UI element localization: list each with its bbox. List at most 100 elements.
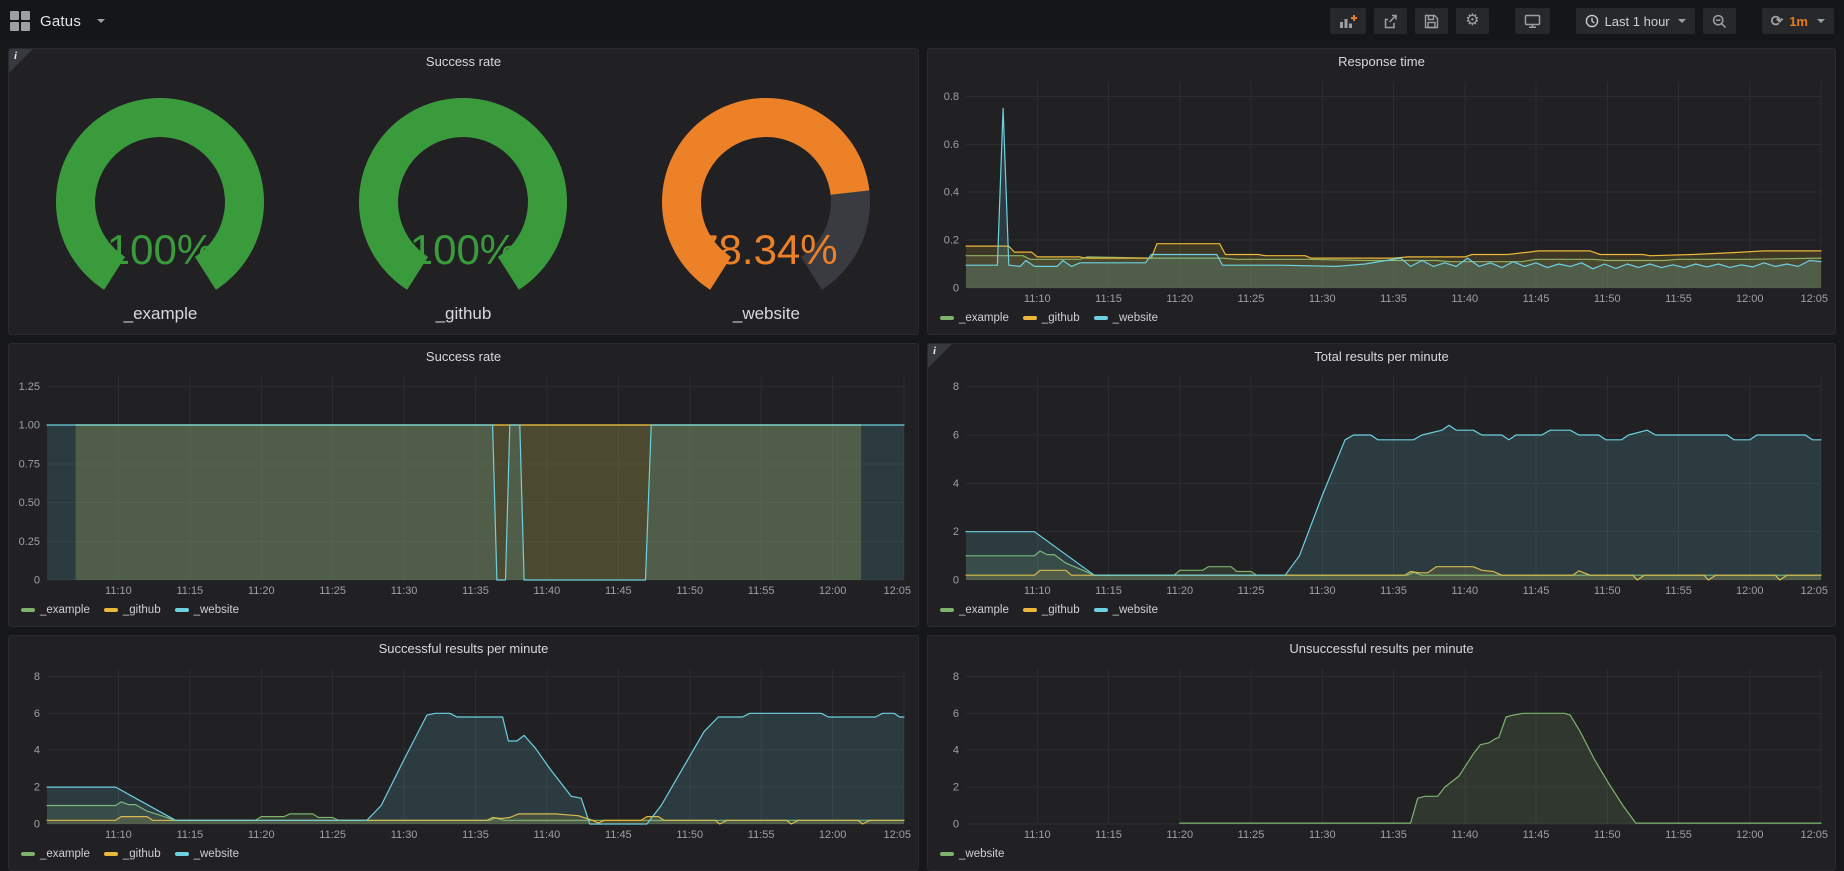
chevron-down-icon — [97, 19, 105, 23]
legend-swatch — [104, 852, 118, 856]
svg-text:11:35: 11:35 — [1380, 829, 1407, 841]
legend-label: _website — [1113, 604, 1158, 616]
svg-text:11:40: 11:40 — [534, 585, 561, 597]
svg-text:11:20: 11:20 — [1166, 293, 1193, 305]
svg-text:11:50: 11:50 — [1594, 829, 1621, 841]
svg-text:11:55: 11:55 — [748, 829, 775, 841]
svg-text:11:35: 11:35 — [462, 585, 489, 597]
panel-title[interactable]: Unsuccessful results per minute — [928, 636, 1835, 661]
legend-swatch — [21, 852, 35, 856]
panel-title[interactable]: Total results per minute — [928, 344, 1835, 369]
svg-text:11:50: 11:50 — [1594, 293, 1621, 305]
legend-label: _example — [959, 312, 1009, 324]
settings-button[interactable]: ⚙ — [1456, 8, 1488, 34]
svg-text:11:25: 11:25 — [319, 585, 346, 597]
legend-item-example[interactable]: _example — [940, 604, 1009, 616]
save-icon — [1424, 14, 1439, 29]
dashboard-title[interactable]: Gatus — [40, 13, 81, 30]
svg-text:11:25: 11:25 — [1238, 829, 1265, 841]
legend-item-website[interactable]: _website — [1094, 604, 1158, 616]
svg-text:11:40: 11:40 — [1451, 293, 1478, 305]
chart-legend: _example _github _website — [9, 842, 918, 870]
svg-text:8: 8 — [953, 381, 959, 393]
legend-item-website[interactable]: _website — [175, 604, 239, 616]
svg-text:12:00: 12:00 — [819, 829, 847, 841]
svg-text:8: 8 — [953, 671, 959, 683]
chart-legend: _website — [928, 842, 1835, 870]
legend-item-example[interactable]: _example — [21, 848, 90, 860]
svg-text:11:50: 11:50 — [1594, 585, 1621, 597]
svg-text:11:30: 11:30 — [1309, 829, 1336, 841]
time-range-label: Last 1 hour — [1605, 14, 1670, 29]
panel-success-rate-timeseries: Success rate 11:1011:1511:2011:2511:3011… — [8, 343, 919, 627]
svg-text:11:50: 11:50 — [676, 829, 703, 841]
svg-text:12:00: 12:00 — [1736, 829, 1764, 841]
panel-title[interactable]: Response time — [928, 49, 1835, 74]
panel-title[interactable]: Success rate — [9, 49, 918, 74]
svg-text:6: 6 — [953, 708, 959, 720]
cycle-view-button[interactable] — [1515, 8, 1550, 34]
svg-text:12:05: 12:05 — [1800, 293, 1828, 305]
legend-label: _website — [194, 848, 239, 860]
chart-legend: _example _github _website — [9, 598, 918, 626]
add-panel-button[interactable] — [1330, 8, 1366, 34]
panel-title[interactable]: Successful results per minute — [9, 636, 918, 661]
gauge-arc — [630, 76, 902, 304]
svg-text:11:20: 11:20 — [1166, 585, 1193, 597]
panel-successful-results: Successful results per minute 11:1011:15… — [8, 635, 919, 871]
total-results-chart[interactable]: 11:1011:1511:2011:2511:3011:3511:4011:45… — [934, 369, 1829, 598]
svg-text:6: 6 — [953, 430, 959, 442]
save-button[interactable] — [1415, 8, 1448, 34]
gauge-arc — [327, 76, 599, 304]
svg-text:1.25: 1.25 — [19, 381, 40, 393]
svg-text:11:30: 11:30 — [391, 829, 418, 841]
svg-text:4: 4 — [953, 478, 959, 490]
chevron-down-icon — [1817, 19, 1825, 23]
gauge-website: 78.34% _website — [615, 74, 918, 334]
successful-results-chart[interactable]: 11:1011:1511:2011:2511:3011:3511:4011:45… — [15, 661, 912, 842]
svg-text:11:10: 11:10 — [105, 829, 132, 841]
gauge-row: 100% _example 100% _github 78.34% _websi… — [9, 74, 918, 334]
svg-text:11:45: 11:45 — [605, 829, 632, 841]
unsuccessful-results-chart[interactable]: 11:1011:1511:2011:2511:3011:3511:4011:45… — [934, 661, 1829, 842]
svg-text:12:00: 12:00 — [819, 585, 847, 597]
svg-text:11:30: 11:30 — [1309, 585, 1336, 597]
svg-text:11:10: 11:10 — [105, 585, 132, 597]
panel-total-results: i Total results per minute 11:1011:1511:… — [927, 343, 1836, 627]
time-range-button[interactable]: Last 1 hour — [1576, 8, 1695, 34]
svg-text:11:40: 11:40 — [1451, 829, 1478, 841]
panel-title[interactable]: Success rate — [9, 344, 918, 369]
legend-item-github[interactable]: _github — [1023, 604, 1080, 616]
svg-text:11:55: 11:55 — [1665, 585, 1692, 597]
legend-label: _website — [959, 848, 1004, 860]
dashboard-title-menu[interactable]: Gatus — [10, 11, 105, 31]
refresh-button[interactable]: ⟳ 1m — [1762, 8, 1834, 34]
svg-text:0.4: 0.4 — [944, 187, 959, 199]
panel-info-icon[interactable] — [9, 49, 33, 73]
legend-label: _github — [1042, 312, 1080, 324]
svg-text:11:10: 11:10 — [1024, 585, 1051, 597]
svg-text:11:25: 11:25 — [319, 829, 346, 841]
success-rate-chart[interactable]: 11:1011:1511:2011:2511:3011:3511:4011:45… — [15, 369, 912, 598]
response-time-chart[interactable]: 11:1011:1511:2011:2511:3011:3511:4011:45… — [934, 74, 1829, 306]
zoom-out-button[interactable] — [1703, 8, 1736, 34]
legend-item-example[interactable]: _example — [940, 312, 1009, 324]
legend-item-example[interactable]: _example — [21, 604, 90, 616]
legend-swatch — [1023, 316, 1037, 320]
svg-text:11:20: 11:20 — [248, 829, 275, 841]
grafana-dashboard: Gatus — [0, 0, 1844, 871]
share-button[interactable] — [1374, 8, 1407, 34]
svg-text:11:50: 11:50 — [676, 585, 703, 597]
legend-item-github[interactable]: _github — [104, 604, 161, 616]
legend-item-website[interactable]: _website — [940, 848, 1004, 860]
legend-item-website[interactable]: _website — [1094, 312, 1158, 324]
legend-swatch — [940, 852, 954, 856]
svg-text:0: 0 — [953, 575, 959, 587]
svg-text:11:15: 11:15 — [1095, 293, 1122, 305]
svg-text:12:05: 12:05 — [883, 585, 911, 597]
panel-info-icon[interactable] — [928, 344, 952, 368]
legend-item-github[interactable]: _github — [104, 848, 161, 860]
legend-item-github[interactable]: _github — [1023, 312, 1080, 324]
legend-item-website[interactable]: _website — [175, 848, 239, 860]
svg-text:12:00: 12:00 — [1736, 293, 1764, 305]
